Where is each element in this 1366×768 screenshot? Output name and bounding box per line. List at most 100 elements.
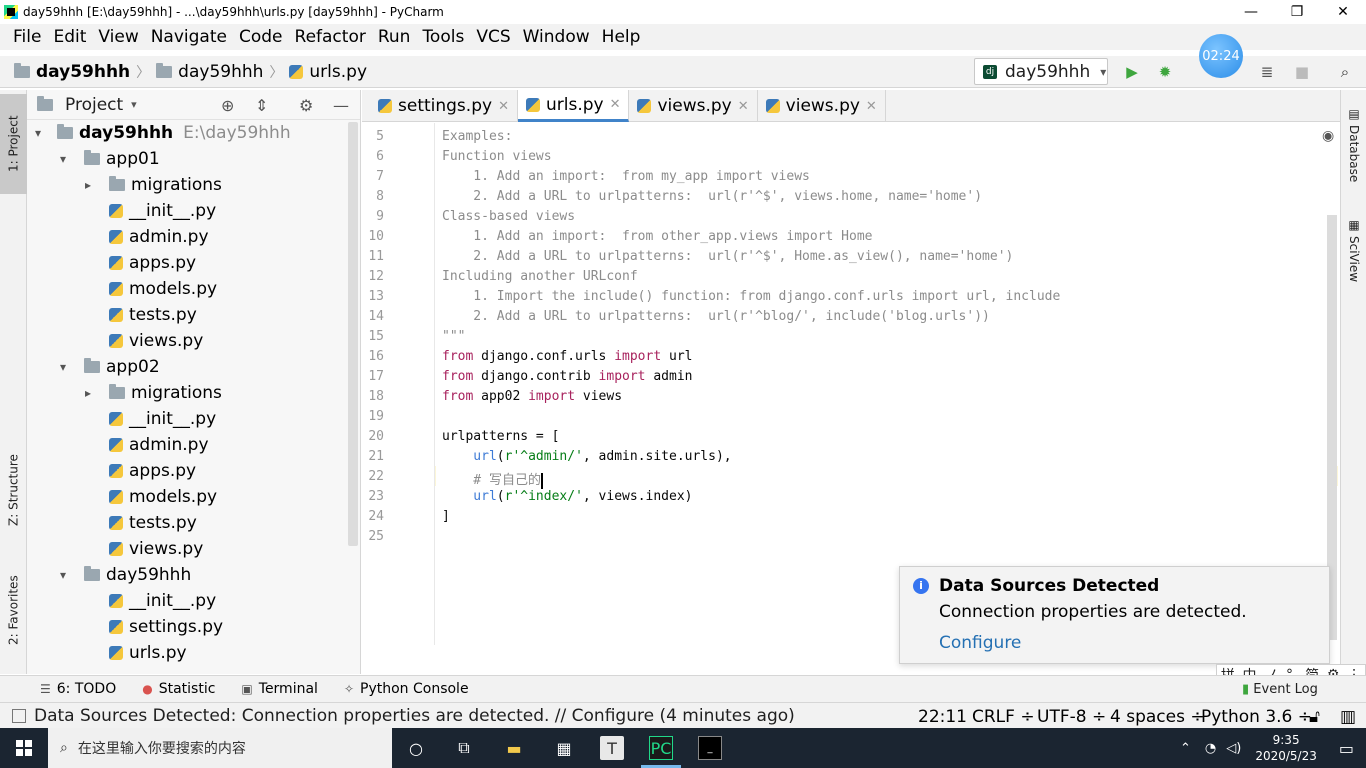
- tree-file[interactable]: apps.py: [77, 250, 196, 276]
- code-line[interactable]: Function views: [442, 149, 552, 164]
- tree-root[interactable]: ▾ day59hhh E:\day59hhh: [27, 120, 291, 146]
- tree-folder[interactable]: ▸ migrations: [77, 380, 222, 406]
- tree-file[interactable]: __init__.py: [77, 198, 216, 224]
- code-line[interactable]: 1. Add an import: from my_app import vie…: [442, 169, 810, 184]
- code-line[interactable]: 1. Add an import: from other_app.views i…: [442, 229, 872, 244]
- profile-icon[interactable]: ≣: [1259, 63, 1275, 81]
- code-line[interactable]: url(r'^index/', views.index): [442, 489, 692, 504]
- network-icon[interactable]: ◔: [1205, 741, 1216, 756]
- editor-tab[interactable]: views.py ✕: [758, 90, 886, 122]
- expand-arrow-icon[interactable]: ▸: [77, 178, 99, 192]
- tool-terminal[interactable]: ▣ Terminal: [241, 681, 318, 697]
- pycharm-taskbar-icon[interactable]: PC: [649, 736, 673, 760]
- code-line[interactable]: Examples:: [442, 129, 512, 144]
- editor-tab[interactable]: views.py ✕: [629, 90, 758, 122]
- code-line[interactable]: url(r'^admin/', admin.site.urls),: [442, 449, 731, 464]
- collapse-icon[interactable]: ⇕: [255, 96, 268, 115]
- close-tab-icon[interactable]: ✕: [498, 99, 509, 114]
- code-line[interactable]: Class-based views: [442, 209, 575, 224]
- menu-run[interactable]: Run: [372, 27, 417, 47]
- menu-tools[interactable]: Tools: [416, 27, 470, 47]
- tree-file[interactable]: views.py: [77, 328, 203, 354]
- tree-file[interactable]: models.py: [77, 276, 217, 302]
- menu-edit[interactable]: Edit: [47, 27, 92, 47]
- tree-folder[interactable]: ▾ app01: [52, 146, 160, 172]
- editor-tab[interactable]: settings.py ✕: [370, 90, 518, 122]
- tree-file[interactable]: views.py: [77, 536, 203, 562]
- taskbar-search[interactable]: ⌕ 在这里输入你要搜索的内容: [48, 728, 392, 768]
- memory-indicator-icon[interactable]: ▥: [1340, 707, 1356, 727]
- tree-folder[interactable]: ▾ day59hhh: [52, 562, 191, 588]
- volume-icon[interactable]: ◁): [1226, 741, 1241, 756]
- debug-icon[interactable]: ✹: [1157, 63, 1173, 81]
- locate-icon[interactable]: ⊕: [221, 96, 234, 115]
- clock[interactable]: 9:35 2020/5/23: [1255, 732, 1317, 764]
- tree-file[interactable]: tests.py: [77, 302, 197, 328]
- minimize-button[interactable]: —: [1228, 0, 1274, 24]
- typora-icon[interactable]: T: [600, 736, 624, 760]
- indent-setting[interactable]: 4 spaces ÷: [1110, 707, 1205, 727]
- editor-tab[interactable]: urls.py ✕: [517, 90, 630, 122]
- code-line[interactable]: """: [442, 329, 465, 344]
- code-line[interactable]: urlpatterns = [: [442, 429, 559, 444]
- configure-link[interactable]: Configure: [939, 633, 1021, 653]
- caret-position[interactable]: 22:11: [918, 707, 967, 727]
- tool-todo[interactable]: ☰ 6: TODO: [40, 681, 116, 697]
- status-message[interactable]: Data Sources Detected: Connection proper…: [34, 706, 795, 726]
- menu-help[interactable]: Help: [596, 27, 647, 47]
- tree-file[interactable]: __init__.py: [77, 588, 216, 614]
- eye-icon[interactable]: ◉: [1322, 128, 1334, 144]
- cortana-icon[interactable]: ○: [404, 736, 428, 760]
- code-line[interactable]: 2. Add a URL to urlpatterns: url(r'^blog…: [442, 309, 990, 324]
- tree-folder[interactable]: ▾ app02: [52, 354, 160, 380]
- menu-code[interactable]: Code: [233, 27, 289, 47]
- gear-icon[interactable]: ⚙: [299, 96, 313, 115]
- status-toggle-icon[interactable]: [12, 708, 26, 723]
- chevron-up-icon[interactable]: ⌃: [1180, 741, 1191, 756]
- project-scrollbar[interactable]: [348, 122, 358, 546]
- close-tab-icon[interactable]: ✕: [738, 99, 749, 114]
- close-button[interactable]: ✕: [1320, 0, 1366, 24]
- menu-window[interactable]: Window: [517, 27, 596, 47]
- tool-python-console[interactable]: ✧ Python Console: [344, 681, 469, 697]
- terminal-taskbar-icon[interactable]: _: [698, 736, 722, 760]
- tree-file[interactable]: models.py: [77, 484, 217, 510]
- code-line[interactable]: from app02 import views: [442, 389, 622, 404]
- tree-file[interactable]: settings.py: [77, 614, 223, 640]
- code-line[interactable]: ]: [442, 509, 450, 524]
- tree-file[interactable]: apps.py: [77, 458, 196, 484]
- expand-arrow-icon[interactable]: ▾: [52, 152, 74, 166]
- expand-arrow-icon[interactable]: ▾: [52, 568, 74, 582]
- run-configuration-select[interactable]: dj day59hhh ▾: [974, 58, 1108, 85]
- code-line[interactable]: 2. Add a URL to urlpatterns: url(r'^$', …: [442, 189, 982, 204]
- code-line[interactable]: 2. Add a URL to urlpatterns: url(r'^$', …: [442, 249, 1013, 264]
- menu-file[interactable]: File: [7, 27, 47, 47]
- menu-refactor[interactable]: Refactor: [289, 27, 372, 47]
- tool-tab-favorites[interactable]: 2: Favorites: [0, 560, 27, 660]
- code-line[interactable]: 1. Import the include() function: from d…: [442, 289, 1060, 304]
- search-icon[interactable]: ⌕: [1337, 63, 1353, 81]
- tool-statistic[interactable]: ● Statistic: [142, 681, 215, 697]
- code-line[interactable]: from django.contrib import admin: [442, 369, 692, 384]
- lock-icon[interactable]: 🔓︎: [1309, 707, 1320, 727]
- expand-arrow-icon[interactable]: ▾: [52, 360, 74, 374]
- file-encoding[interactable]: UTF-8 ÷: [1037, 707, 1106, 727]
- tree-file[interactable]: tests.py: [77, 510, 197, 536]
- menu-vcs[interactable]: VCS: [470, 27, 516, 47]
- tool-tab-structure[interactable]: Z: Structure: [0, 440, 27, 540]
- hide-icon[interactable]: —: [333, 96, 349, 115]
- tool-tab-database[interactable]: ▤ Database: [1341, 100, 1366, 190]
- close-tab-icon[interactable]: ✕: [866, 99, 877, 114]
- close-tab-icon[interactable]: ✕: [610, 97, 621, 112]
- python-interpreter[interactable]: Python 3.6 ÷: [1201, 707, 1312, 727]
- file-explorer-icon[interactable]: ▬: [502, 736, 526, 760]
- tree-file[interactable]: admin.py: [77, 224, 209, 250]
- stop-icon[interactable]: ■: [1294, 63, 1310, 81]
- code-line[interactable]: from django.conf.urls import url: [442, 349, 692, 364]
- task-view-icon[interactable]: ⧉: [452, 736, 476, 760]
- maximize-button[interactable]: ❐: [1274, 0, 1320, 24]
- expand-arrow-icon[interactable]: ▸: [77, 386, 99, 400]
- tool-tab-sciview[interactable]: ▦ SciView: [1341, 210, 1366, 290]
- start-button[interactable]: [0, 728, 48, 768]
- tree-file[interactable]: __init__.py: [77, 406, 216, 432]
